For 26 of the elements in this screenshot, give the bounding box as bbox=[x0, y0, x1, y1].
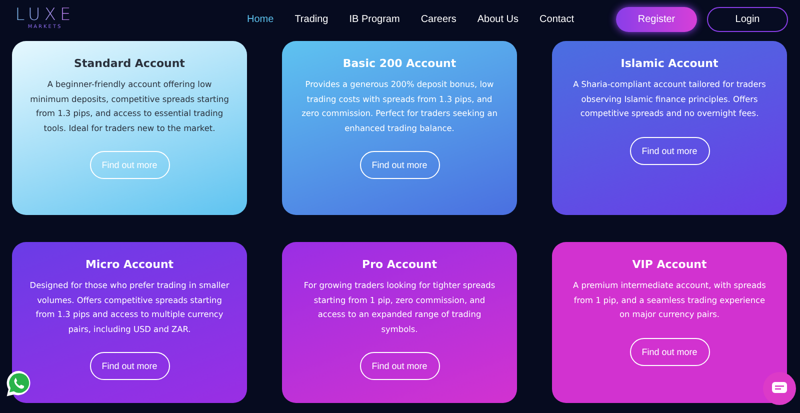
find-out-more-button[interactable]: Find out more bbox=[630, 136, 710, 164]
card-title: Pro Account bbox=[362, 258, 437, 271]
card-description: A Sharia-compliant account tailored for traders observing Islamic finance principles. Offers competitive spreads and no overnight fees. bbox=[572, 78, 767, 120]
nav-link[interactable]: IB Program bbox=[349, 14, 400, 24]
card-title: Islamic Account bbox=[620, 57, 718, 70]
find-out-more-button[interactable]: Find out more bbox=[630, 338, 710, 366]
nav-link[interactable]: Contact bbox=[540, 14, 574, 24]
card-description: A beginner-friendly account offering low minimum deposits, competitive spreads starting from 1.3 pips, and access to essential trading tools. Ideal for traders new to the market. bbox=[30, 78, 230, 134]
card-title: Micro Account bbox=[85, 258, 174, 271]
card-title: Standard Account bbox=[74, 57, 185, 70]
nav-link[interactable]: Careers bbox=[420, 14, 456, 24]
card-description: For growing traders looking for tighter spreads starting from 1 pip, zero commission, and access to an expanded range of trading symbols. bbox=[302, 279, 496, 336]
find-out-more-button[interactable]: Find out more bbox=[90, 352, 170, 380]
card-description: Designed for those who prefer trading in smaller volumes. Offers competitive spreads starting from 1.3 pips and access to multiple currency pairs, including USD and ZAR. bbox=[30, 279, 230, 336]
login-button[interactable]: Login bbox=[707, 6, 788, 32]
card-description: Provides a generous 200% deposit bonus, low trading costs with spreads from 1.3 pips, and zero commission. Perfect for traders seeking an enhanced trading balance. bbox=[300, 78, 498, 135]
nav-link[interactable]: Trading bbox=[294, 14, 328, 24]
chat-icon bbox=[772, 382, 787, 395]
card-description: A premium intermediate account, with spreads from 1 pip, and a seamless trading experience on major currency pairs. bbox=[572, 279, 767, 321]
register-button[interactable]: Register bbox=[616, 6, 697, 32]
nav-link[interactable]: About Us bbox=[477, 14, 519, 24]
nav-link[interactable]: Home bbox=[247, 14, 274, 24]
card-title: Basic 200 Account bbox=[342, 57, 456, 70]
chat-button[interactable] bbox=[763, 372, 796, 405]
find-out-more-button[interactable]: Find out more bbox=[360, 352, 440, 380]
card-title: VIP Account bbox=[632, 258, 707, 271]
